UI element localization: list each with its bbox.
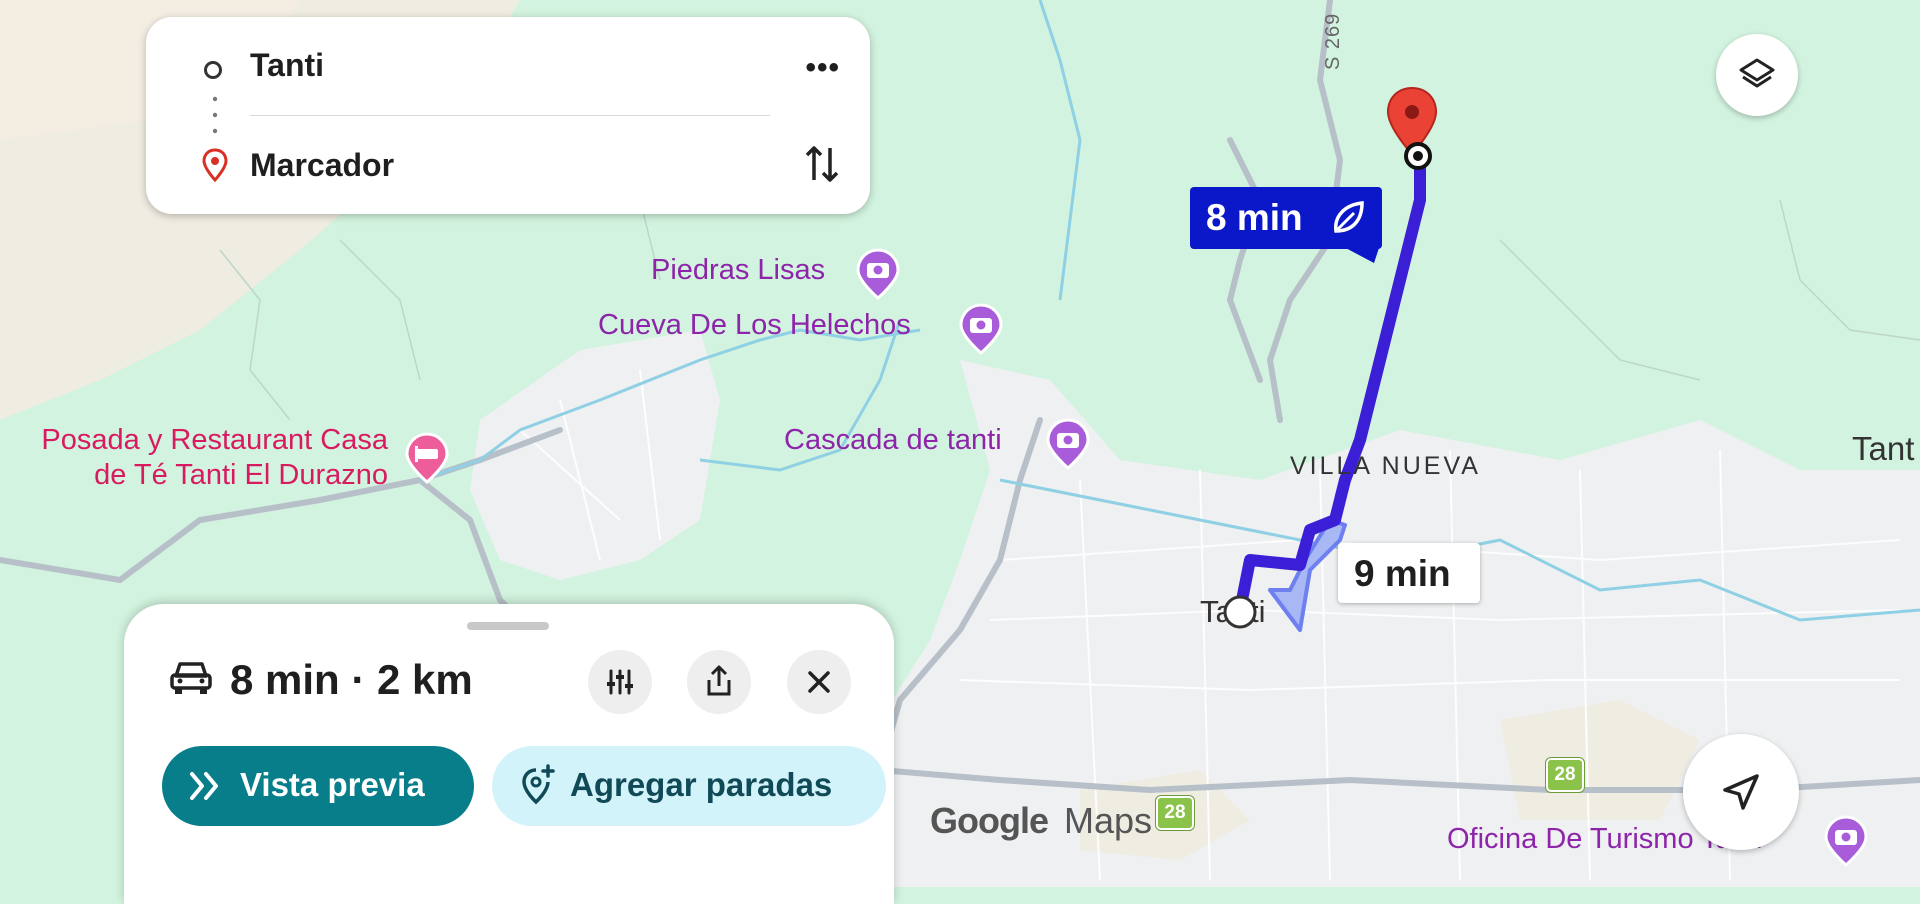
route-time-alt: 9 min — [1354, 553, 1451, 594]
chip-pointer — [1340, 245, 1380, 263]
navigation-arrow-icon — [1723, 774, 1759, 810]
poi-cueva-helechos[interactable]: Cueva De Los Helechos — [598, 303, 1003, 355]
camera-icon — [1824, 815, 1868, 867]
share-icon — [707, 665, 731, 696]
destination-pin-icon — [202, 148, 228, 182]
share-button[interactable] — [687, 650, 751, 714]
destination-marker-icon[interactable] — [1382, 84, 1442, 184]
sheet-drag-handle[interactable] — [467, 622, 549, 630]
close-icon — [808, 671, 830, 693]
road-shield-28-east: 28 — [1546, 758, 1584, 792]
navigate-button[interactable] — [1683, 734, 1799, 850]
area-label-tanti-edge: Tant — [1852, 430, 1915, 467]
poi-label: Cueva De Los Helechos — [598, 309, 911, 341]
road-shield-28: 28 — [1156, 796, 1194, 830]
add-stops-button[interactable]: Agregar paradas — [492, 746, 886, 826]
directions-sheet: 8 min · 2 km Vista previa Agregar parada… — [124, 604, 894, 904]
double-chevron-icon — [190, 772, 218, 800]
poi-label: Cascada de tanti — [784, 424, 1002, 456]
tune-icon — [607, 669, 633, 695]
area-label-villa-nueva: VILLA NUEVA — [1290, 452, 1481, 480]
close-button[interactable] — [787, 650, 851, 714]
route-time-primary-chip[interactable]: 8 min — [1190, 187, 1382, 263]
add-stops-button-label: Agregar paradas — [570, 766, 833, 803]
poi-posada-restaurant[interactable]: Posada y Restaurant Casa de Té Tanti El … — [8, 424, 449, 492]
camera-icon — [1046, 418, 1090, 470]
more-options-icon[interactable]: ••• — [805, 51, 840, 85]
logo-google: Google — [930, 800, 1049, 841]
swap-icon[interactable] — [804, 142, 840, 186]
camera-icon — [856, 248, 900, 300]
route-dots-icon — [212, 96, 218, 134]
destination-row[interactable]: Marcador — [146, 135, 870, 195]
origin-circle-icon — [204, 61, 222, 79]
car-icon — [170, 662, 212, 694]
route-divider — [250, 115, 770, 116]
destination-field[interactable]: Marcador — [250, 147, 394, 184]
camera-icon — [959, 303, 1003, 355]
logo-maps: Maps — [1064, 800, 1153, 841]
road-label-s269: S 269 — [1322, 12, 1344, 70]
route-card: Tanti ••• Marcador — [146, 17, 870, 214]
origin-marker[interactable] — [1222, 594, 1258, 630]
poi-piedras-lisas[interactable]: Piedras Lisas — [651, 248, 900, 300]
leaf-icon — [1334, 201, 1364, 233]
poi-label-line1: Posada y Restaurant Casa — [41, 424, 388, 456]
route-summary: 8 min · 2 km — [230, 656, 473, 703]
poi-label-line2: de Té Tanti El Durazno — [94, 459, 388, 491]
layers-button[interactable] — [1716, 34, 1798, 116]
hotel-icon — [405, 432, 449, 484]
preview-button[interactable]: Vista previa — [162, 746, 474, 826]
poi-cascada-tanti[interactable]: Cascada de tanti — [784, 418, 1090, 470]
preview-button-label: Vista previa — [240, 766, 425, 803]
origin-row[interactable]: Tanti ••• — [146, 35, 870, 95]
origin-field[interactable]: Tanti — [250, 47, 324, 84]
route-time-primary: 8 min — [1206, 197, 1303, 238]
route-time-alt-chip[interactable]: 9 min — [1338, 543, 1480, 603]
google-maps-logo: Google Maps — [930, 800, 1152, 842]
layers-icon — [1739, 58, 1775, 88]
route-options-button[interactable] — [588, 650, 652, 714]
add-location-icon — [522, 764, 555, 805]
poi-label: Piedras Lisas — [651, 254, 826, 286]
